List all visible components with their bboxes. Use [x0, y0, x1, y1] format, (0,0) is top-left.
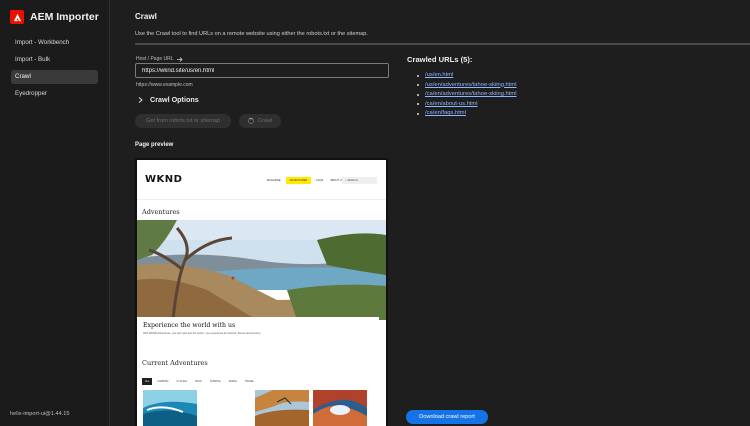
preview-thumbnail-canyon [313, 390, 367, 426]
sidebar: AEM Importer Import - Workbench Import -… [0, 0, 110, 426]
loading-spinner-icon [247, 118, 254, 124]
app-window: AEM Importer Import - Workbench Import -… [0, 0, 750, 426]
preview-filter: SURFING [210, 380, 221, 383]
preview-filter: SKIING [228, 380, 237, 383]
download-crawl-report-button[interactable]: Download crawl report [406, 410, 488, 424]
preview-filter-bar: ALL CAMPING CYCLING ROCK SURFING SKIING … [142, 378, 257, 385]
chevron-right-icon [138, 96, 143, 103]
preview-filter: CYCLING [176, 380, 188, 383]
get-from-robots-button[interactable]: Get from robots.txt or sitemap [135, 114, 231, 128]
preview-nav-item: MAGAZINE [267, 179, 281, 182]
sidebar-item-crawl[interactable]: Crawl [11, 70, 98, 84]
list-item: /ca/en/about-us.html [417, 100, 517, 110]
preview-hero-image [137, 220, 386, 320]
crawled-urls-list: /us/en.html /us/en/adventures/tahoe-skii… [417, 71, 517, 119]
preview-filter: CAMPING [157, 380, 169, 383]
sidebar-item-import-workbench[interactable]: Import - Workbench [11, 36, 98, 50]
version-label: helix-import-ui@1.44.15 [10, 411, 70, 417]
robots-button-label: Get from robots.txt or sitemap [146, 118, 220, 124]
crawled-url-link[interactable]: /us/en.html [425, 72, 453, 78]
preview-nav: MAGAZINE ADVENTURES FAQS ABOUT US [265, 177, 345, 184]
crawl-options-label: Crawl Options [150, 95, 199, 104]
preview-logo: WKND [145, 174, 183, 185]
preview-feature-card: Experience the world with us With WKND A… [137, 317, 379, 353]
arrow-right-icon [176, 56, 183, 62]
brand: AEM Importer [0, 0, 109, 34]
url-field-label: Host / Page URL [136, 56, 183, 62]
sidebar-item-eyedropper[interactable]: Eyedropper [11, 87, 98, 101]
preview-card-title: Experience the world with us [143, 322, 236, 329]
crawled-url-link[interactable]: /ca/en/faqs.html [425, 110, 466, 116]
preview-filter: ALL [142, 378, 153, 385]
url-input[interactable] [135, 63, 389, 78]
preview-thumbnail-climb [255, 390, 309, 426]
adobe-logo-icon [10, 10, 24, 24]
preview-filter: ROCK [195, 380, 202, 383]
preview-card-text: With WKND Adventures, you don't just see… [143, 332, 261, 335]
crawl-button-label: Crawl [257, 118, 273, 124]
preview-filter: TRAVEL [244, 380, 254, 383]
list-item: /ca/en/adventures/tahoe-skiing.html [417, 90, 517, 100]
app-title: AEM Importer [30, 11, 99, 23]
crawl-panel: Crawl Use the Crawl tool to find URLs on… [111, 0, 750, 426]
preview-nav-item-active: ADVENTURES [285, 177, 312, 184]
page-preview-label: Page preview [135, 142, 174, 148]
list-item: /us/en.html [417, 71, 517, 81]
url-help-text: https://www.example.com [136, 82, 193, 88]
list-item: /us/en/adventures/tahoe-skiing.html [417, 81, 517, 91]
url-label-text: Host / Page URL [136, 56, 174, 62]
crawl-options-toggle[interactable]: Crawl Options [138, 95, 199, 104]
sidebar-item-import-bulk[interactable]: Import - Bulk [11, 53, 98, 67]
preview-header: WKND MAGAZINE ADVENTURES FAQS ABOUT US ⌕… [137, 160, 386, 200]
crawled-url-link[interactable]: /us/en/adventures/tahoe-skiing.html [425, 82, 517, 88]
crawled-urls-title: Crawled URLs (5): [407, 55, 473, 64]
preview-thumbnail-surf [143, 390, 197, 426]
sidebar-nav: Import - Workbench Import - Bulk Crawl E… [0, 36, 109, 101]
preview-search-box: ⌕ SEARCH [342, 177, 377, 184]
crawled-url-link[interactable]: /ca/en/adventures/tahoe-skiing.html [425, 91, 517, 97]
divider [135, 43, 750, 45]
preview-adventures-title: Adventures [142, 208, 180, 216]
preview-nav-item: FAQS [316, 179, 324, 182]
page-title: Crawl [135, 12, 157, 21]
page-description: Use the Crawl tool to find URLs on a rem… [135, 31, 368, 37]
preview-current-title: Current Adventures [142, 359, 208, 367]
crawl-button[interactable]: Crawl [239, 114, 281, 128]
preview-search-placeholder: SEARCH [347, 179, 358, 182]
list-item: /ca/en/faqs.html [417, 109, 517, 119]
page-preview-frame[interactable]: WKND MAGAZINE ADVENTURES FAQS ABOUT US ⌕… [135, 158, 388, 426]
crawled-url-link[interactable]: /ca/en/about-us.html [425, 101, 478, 107]
